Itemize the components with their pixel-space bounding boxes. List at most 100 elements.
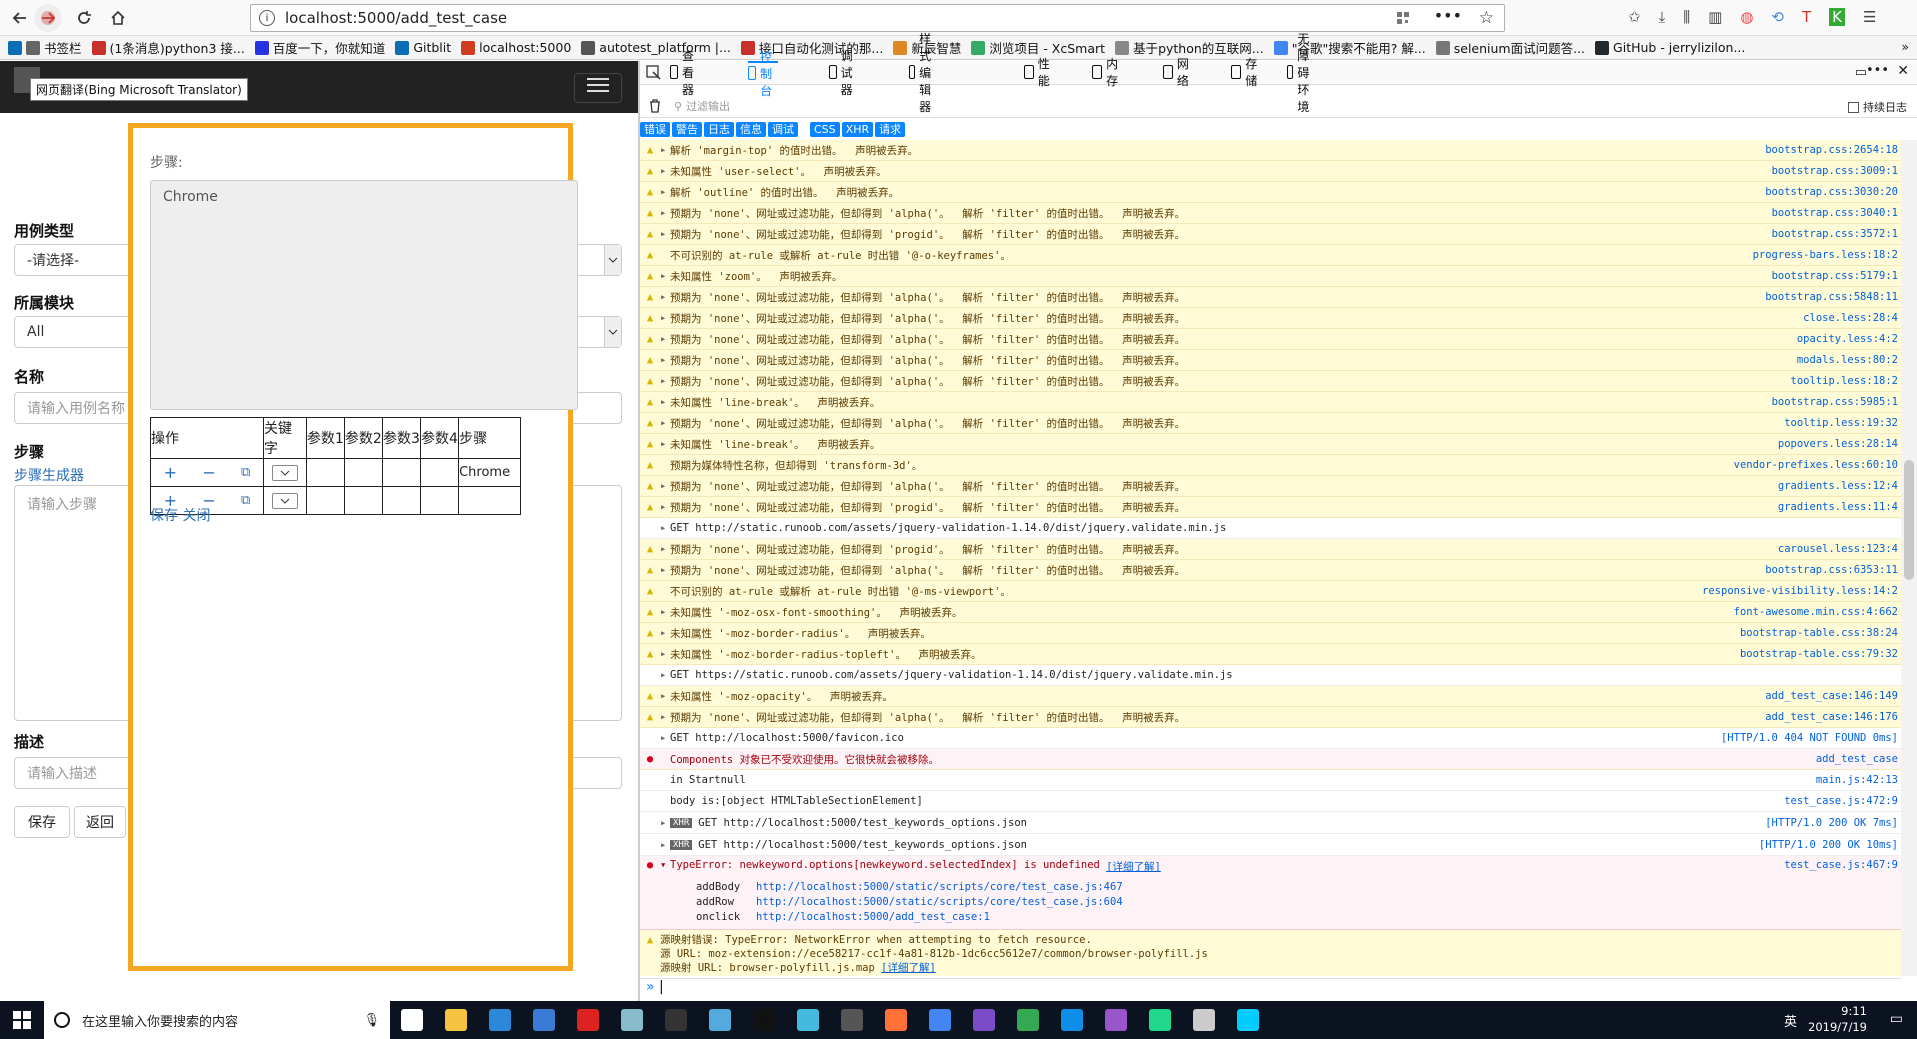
more-options-icon[interactable]: •••	[1434, 6, 1462, 25]
expand-arrow-icon[interactable]: ▸	[660, 312, 670, 324]
console-message[interactable]: ▲ 不可识别的 at-rule 或解析 at-rule 时出错 '@-o-keyf…	[640, 245, 1906, 266]
microphone-icon[interactable]: 🎙	[363, 1013, 380, 1028]
reload-button[interactable]	[70, 4, 98, 32]
expand-arrow-icon[interactable]: ▸	[660, 606, 670, 618]
expand-arrow-icon[interactable]: ▸	[660, 417, 670, 429]
console-message-source[interactable]: bootstrap.css:6353:11	[1765, 564, 1906, 576]
console-message[interactable]: ▲ 预期为媒体特性名称，但却得到 'transform-3d'。 vendor-pr…	[640, 455, 1906, 476]
keyword-select[interactable]	[271, 464, 298, 481]
console-message-source[interactable]: progress-bars.less:18:2	[1753, 249, 1906, 261]
console-message-source[interactable]: tooltip.less:18:2	[1791, 375, 1906, 387]
expand-arrow-icon[interactable]: ▸	[660, 207, 670, 219]
console-message-source[interactable]: carousel.less:123:4	[1778, 543, 1906, 555]
filter-button[interactable]: 错误	[640, 122, 670, 137]
param-cell[interactable]	[343, 486, 383, 515]
expand-arrow-icon[interactable]: ▸	[660, 732, 670, 744]
back-button[interactable]	[6, 4, 34, 32]
firefox-icon[interactable]	[874, 1001, 918, 1039]
console-message[interactable]: ▲ ▸ 预期为 'none'、网址或过滤功能，但却得到 'progid'。 解析 '…	[640, 224, 1906, 245]
sourcemap-warning[interactable]: ▲ 源映射错误: TypeError: NetworkError when att…	[640, 930, 1906, 976]
filter-button[interactable]: 请求	[875, 122, 906, 137]
bookmark-star-icon[interactable]: ☆	[1479, 8, 1494, 28]
param-cell[interactable]	[420, 486, 460, 515]
terminal-icon[interactable]	[654, 1001, 698, 1039]
cmd-icon[interactable]	[742, 1001, 786, 1039]
console-message-source[interactable]: [HTTP/1.0 200 OK 10ms]	[1759, 839, 1906, 851]
qr-code-icon[interactable]	[1396, 11, 1410, 25]
console-message[interactable]: ● Components 对象已不受欢迎使用。它很快就会被移除。 add_test_…	[640, 749, 1906, 770]
expand-arrow-icon[interactable]: ▸	[660, 648, 670, 660]
expand-arrow-icon[interactable]: ▸	[660, 480, 670, 492]
console-message[interactable]: ▲ ▸ 预期为 'none'、网址或过滤功能，但却得到 'alpha('。 解析 '…	[640, 371, 1906, 392]
param-cell[interactable]	[381, 458, 422, 487]
console-message-source[interactable]: bootstrap.css:2654:18	[1765, 144, 1906, 156]
console-message[interactable]: ▲ ▸ 预期为 'none'、网址或过滤功能，但却得到 'alpha('。 解析 '…	[640, 203, 1906, 224]
back-button[interactable]: 返回	[74, 806, 126, 838]
console-message-source[interactable]: modals.less:80:2	[1797, 354, 1906, 366]
bookmark-item[interactable]: (1条消息)python3 接...	[91, 38, 245, 57]
console-message[interactable]: ▲ ▸ 未知属性 'zoom'。 声明被丢弃。 bootstrap.css:5179:…	[640, 266, 1906, 287]
console-message-source[interactable]: bootstrap.css:5179:1	[1772, 270, 1906, 282]
expand-arrow-icon[interactable]: ▸	[660, 165, 670, 177]
console-message[interactable]: ▲ ▸ 预期为 'none'、网址或过滤功能，但却得到 'progid'。 解析 '…	[640, 539, 1906, 560]
trash-icon[interactable]	[648, 98, 662, 113]
modal-save-link[interactable]: 保存	[150, 508, 178, 524]
param-cell[interactable]	[343, 458, 383, 487]
console-message-source[interactable]: bootstrap.css:3009:1	[1772, 165, 1906, 177]
expand-arrow-icon[interactable]: ▸	[660, 270, 670, 282]
console-message[interactable]: ▲ ▸ 预期为 'none'、网址或过滤功能，但却得到 'alpha('。 解析 '…	[640, 560, 1906, 581]
pick-element-icon[interactable]	[646, 65, 661, 80]
store-icon[interactable]	[478, 1001, 522, 1039]
expand-arrow-icon[interactable]: ▸	[660, 144, 670, 156]
ime-indicator[interactable]: 英	[1784, 1011, 1797, 1030]
info-icon[interactable]: i	[259, 10, 275, 26]
notepad-icon[interactable]	[698, 1001, 742, 1039]
console-message-source[interactable]: [HTTP/1.0 200 OK 7ms]	[1765, 817, 1906, 829]
search-app-icon[interactable]	[1226, 1001, 1270, 1039]
console-message-source[interactable]: vendor-prefixes.less:60:10	[1734, 459, 1906, 471]
devtools-tab[interactable]: 网络	[1162, 57, 1193, 88]
devtools-more-icon[interactable]: •••	[1866, 63, 1889, 78]
console-message-source[interactable]: test_case.js:472:9	[1784, 795, 1906, 807]
param-cell[interactable]	[420, 458, 460, 487]
console-message[interactable]: ▸ GET http://localhost:5000/favicon.ico [H…	[640, 728, 1906, 749]
console-message-source[interactable]: popovers.less:28:14	[1778, 438, 1906, 450]
menu-icon[interactable]: ☰	[1863, 8, 1876, 26]
console-message[interactable]: ▲ ▸ 预期为 'none'、网址或过滤功能，但却得到 'alpha('。 解析 '…	[640, 476, 1906, 497]
forward-button[interactable]	[34, 4, 62, 32]
pocket-icon[interactable]: ✩	[1628, 8, 1641, 26]
console-message-source[interactable]: tooltip.less:19:32	[1784, 417, 1906, 429]
bookmark-item[interactable]: Gitblit	[395, 38, 451, 57]
copy-row-icon[interactable]: ⧉	[241, 493, 250, 508]
console-message-source[interactable]: font-awesome.min.css:4:662	[1734, 606, 1906, 618]
chevron-down-icon[interactable]	[604, 245, 621, 275]
console-message[interactable]: ▲ ▸ 未知属性 'line-break'。 声明被丢弃。 popovers.less…	[640, 434, 1906, 455]
keyword-select[interactable]	[271, 492, 298, 509]
expand-arrow-icon[interactable]: ▸	[660, 564, 670, 576]
expand-arrow-icon[interactable]: ▸	[660, 438, 670, 450]
url-text[interactable]: localhost:5000/add_test_case	[285, 9, 507, 27]
console-message[interactable]: ▲ 不可识别的 at-rule 或解析 at-rule 时出错 '@-ms-vie…	[640, 581, 1906, 602]
expand-arrow-icon[interactable]: ▸	[660, 690, 670, 702]
error-message-expanded[interactable]: ● ▾ TypeError: newkeyword.options[newkeywo…	[640, 856, 1906, 930]
task-view-icon[interactable]	[390, 1001, 434, 1039]
devtools-tab[interactable]: 控制台	[748, 50, 779, 98]
taskbar-search[interactable]: 在这里输入你要搜索的内容 🎙	[44, 1001, 390, 1039]
pycharm-icon[interactable]	[1138, 1001, 1182, 1039]
notification-icon[interactable]: ▭	[1890, 1011, 1903, 1027]
bookmark-item[interactable]: autotest_platform |...	[581, 38, 731, 57]
console-message[interactable]: body is:[object HTMLTableSectionElement]…	[640, 791, 1906, 812]
console-message-source[interactable]: opacity.less:4:2	[1797, 333, 1906, 345]
filter-button[interactable]: 调试	[768, 122, 798, 137]
downloads-icon[interactable]: ⤓	[1659, 8, 1666, 26]
console-message[interactable]: ▲ ▸ 预期为 'none'、网址或过滤功能，但却得到 'progid'。 解析 '…	[640, 497, 1906, 518]
teamviewer-icon[interactable]	[1050, 1001, 1094, 1039]
expand-arrow-icon[interactable]: ▸	[660, 711, 670, 723]
window-icon[interactable]	[1182, 1001, 1226, 1039]
param-cell[interactable]	[305, 486, 345, 515]
learn-more-link[interactable]: [详细了解]	[881, 962, 936, 974]
frame-url[interactable]: http://localhost:5000/static/scripts/cor…	[756, 881, 1123, 893]
console-message-source[interactable]: close.less:28:4	[1803, 312, 1906, 324]
console-message[interactable]: ▲ ▸ 解析 'margin-top' 的值时出错。 声明被丢弃。 bootstrap…	[640, 140, 1906, 161]
console-input[interactable]: » |	[640, 978, 1901, 1000]
